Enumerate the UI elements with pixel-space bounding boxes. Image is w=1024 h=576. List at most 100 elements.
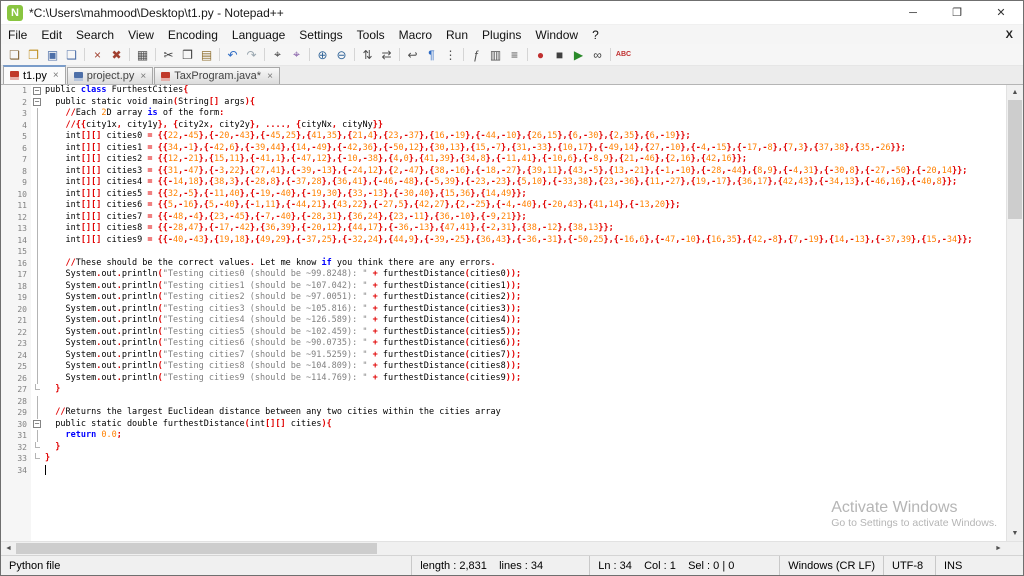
scroll-left-icon[interactable]: ◄: [1, 542, 16, 555]
line-number[interactable]: 2: [1, 97, 31, 109]
spell-check-icon[interactable]: ABC: [614, 46, 633, 64]
save-icon[interactable]: ▣: [43, 46, 62, 64]
line-number[interactable]: 22: [1, 327, 31, 339]
fold-end[interactable]: [31, 453, 43, 465]
sync-horizontal-scroll-icon[interactable]: ⇄: [377, 46, 396, 64]
code-line[interactable]: [43, 396, 1006, 408]
fold-vline[interactable]: [31, 131, 43, 143]
editor-line[interactable]: 24 System.out.println("Testing cities7 (…: [1, 350, 1006, 362]
code-line[interactable]: }: [43, 384, 1006, 396]
stop-record-icon[interactable]: ■: [550, 46, 569, 64]
editor-line[interactable]: 19 System.out.println("Testing cities2 (…: [1, 292, 1006, 304]
fold-end[interactable]: [31, 384, 43, 396]
line-number[interactable]: 1: [1, 85, 31, 97]
code-line[interactable]: //Returns the largest Euclidean distance…: [43, 407, 1006, 419]
fold-vline[interactable]: [31, 304, 43, 316]
fold-vline[interactable]: [31, 292, 43, 304]
copy-icon[interactable]: ❐: [178, 46, 197, 64]
status-insert-mode[interactable]: INS: [935, 556, 1023, 575]
code-line[interactable]: System.out.println("Testing cities2 (sho…: [43, 292, 1006, 304]
editor-line[interactable]: 15: [1, 246, 1006, 258]
fold-vline[interactable]: [31, 315, 43, 327]
document-map-icon[interactable]: ▥: [486, 46, 505, 64]
editor-line[interactable]: 31 return 0.0;: [1, 430, 1006, 442]
zoom-out-icon[interactable]: ⊖: [332, 46, 351, 64]
redo-icon[interactable]: ↷: [242, 46, 261, 64]
code-line[interactable]: System.out.println("Testing cities9 (sho…: [43, 373, 1006, 385]
tab-close-icon[interactable]: ×: [267, 71, 273, 82]
editor-line[interactable]: 23 System.out.println("Testing cities6 (…: [1, 338, 1006, 350]
editor-line[interactable]: 12 int[][] cities7 = {{-48,-4},{23,-45},…: [1, 212, 1006, 224]
tab-project-py[interactable]: project.py×: [67, 67, 154, 84]
line-number[interactable]: 18: [1, 281, 31, 293]
editor-line[interactable]: 22 System.out.println("Testing cities5 (…: [1, 327, 1006, 339]
editor-line[interactable]: 2− public static void main(String[] args…: [1, 97, 1006, 109]
word-wrap-icon[interactable]: ↩: [403, 46, 422, 64]
code-line[interactable]: public static double furthestDistance(in…: [43, 419, 1006, 431]
sync-vertical-scroll-icon[interactable]: ⇅: [358, 46, 377, 64]
menu-item-language[interactable]: Language: [225, 28, 292, 42]
menu-item-settings[interactable]: Settings: [292, 28, 349, 42]
editor-line[interactable]: 6 int[][] cities1 = {{34,-1},{-42,6},{-3…: [1, 143, 1006, 155]
code-line[interactable]: [43, 465, 1006, 477]
record-macro-icon[interactable]: ●: [531, 46, 550, 64]
fold-vline[interactable]: [31, 338, 43, 350]
editor-line[interactable]: 11 int[][] cities6 = {{5,-16},{5,-40},{-…: [1, 200, 1006, 212]
fold-vline[interactable]: [31, 373, 43, 385]
line-number[interactable]: 24: [1, 350, 31, 362]
fold-vline[interactable]: [31, 166, 43, 178]
line-number[interactable]: 32: [1, 442, 31, 454]
editor-line[interactable]: 21 System.out.println("Testing cities4 (…: [1, 315, 1006, 327]
find-icon[interactable]: ⌖: [268, 46, 287, 64]
code-line[interactable]: System.out.println("Testing cities4 (sho…: [43, 315, 1006, 327]
editor-line[interactable]: 13 int[][] cities8 = {{-28,47},{-17,-42}…: [1, 223, 1006, 235]
menu-item-run[interactable]: Run: [439, 28, 475, 42]
editor-line[interactable]: 10 int[][] cities5 = {{32,-5},{-11,40},{…: [1, 189, 1006, 201]
fold-vline[interactable]: [31, 235, 43, 247]
line-number[interactable]: 34: [1, 465, 31, 477]
tab-close-icon[interactable]: ×: [53, 70, 59, 81]
fold-vline[interactable]: [31, 143, 43, 155]
scroll-down-icon[interactable]: ▼: [1007, 526, 1023, 541]
code-line[interactable]: int[][] cities5 = {{32,-5},{-11,40},{-19…: [43, 189, 1006, 201]
line-number[interactable]: 23: [1, 338, 31, 350]
line-number[interactable]: 21: [1, 315, 31, 327]
editor-line[interactable]: 16 //These should be the correct values.…: [1, 258, 1006, 270]
line-number[interactable]: 28: [1, 396, 31, 408]
code-line[interactable]: int[][] cities7 = {{-48,-4},{23,-45},{-7…: [43, 212, 1006, 224]
paste-icon[interactable]: ▤: [197, 46, 216, 64]
save-all-icon[interactable]: ❑: [62, 46, 81, 64]
line-number[interactable]: 25: [1, 361, 31, 373]
function-list-icon[interactable]: ƒ: [467, 46, 486, 64]
code-line[interactable]: System.out.println("Testing cities1 (sho…: [43, 281, 1006, 293]
vertical-scrollbar[interactable]: ▲ ▼: [1006, 85, 1023, 541]
editor-line[interactable]: 32 }: [1, 442, 1006, 454]
line-number[interactable]: 30: [1, 419, 31, 431]
editor-line[interactable]: 4 //{{city1x, city1y}, {city2x, city2y},…: [1, 120, 1006, 132]
print-icon[interactable]: ▦: [133, 46, 152, 64]
code-line[interactable]: //{{city1x, city1y}, {city2x, city2y}, .…: [43, 120, 1006, 132]
editor-line[interactable]: 5 int[][] cities0 = {{22,-45},{-20,-43},…: [1, 131, 1006, 143]
line-number[interactable]: 11: [1, 200, 31, 212]
editor-line[interactable]: 20 System.out.println("Testing cities3 (…: [1, 304, 1006, 316]
fold-vline[interactable]: [31, 350, 43, 362]
code-line[interactable]: public class FurthestCities{: [43, 85, 1006, 97]
fold-vline[interactable]: [31, 200, 43, 212]
minimize-button[interactable]: ─: [891, 1, 935, 24]
code-line[interactable]: return 0.0;: [43, 430, 1006, 442]
show-all-chars-icon[interactable]: ¶: [422, 46, 441, 64]
tab-t1-py[interactable]: t1.py×: [3, 65, 66, 84]
fold-vline[interactable]: [31, 281, 43, 293]
horizontal-scrollbar[interactable]: ◄ ►: [1, 541, 1023, 555]
code-line[interactable]: [43, 246, 1006, 258]
tab-taxprogram-java[interactable]: TaxProgram.java*×: [154, 67, 280, 84]
line-number[interactable]: 10: [1, 189, 31, 201]
code-line[interactable]: //These should be the correct values. Le…: [43, 258, 1006, 270]
menu-item-tools[interactable]: Tools: [350, 28, 392, 42]
line-number[interactable]: 19: [1, 292, 31, 304]
code-line[interactable]: int[][] cities9 = {{-40,-43},{19,18},{49…: [43, 235, 1006, 247]
editor-line[interactable]: 33}: [1, 453, 1006, 465]
code-line[interactable]: int[][] cities4 = {{-14,18},{38,3},{-28,…: [43, 177, 1006, 189]
menu-item-help[interactable]: ?: [585, 28, 606, 42]
editor-line[interactable]: 17 System.out.println("Testing cities0 (…: [1, 269, 1006, 281]
